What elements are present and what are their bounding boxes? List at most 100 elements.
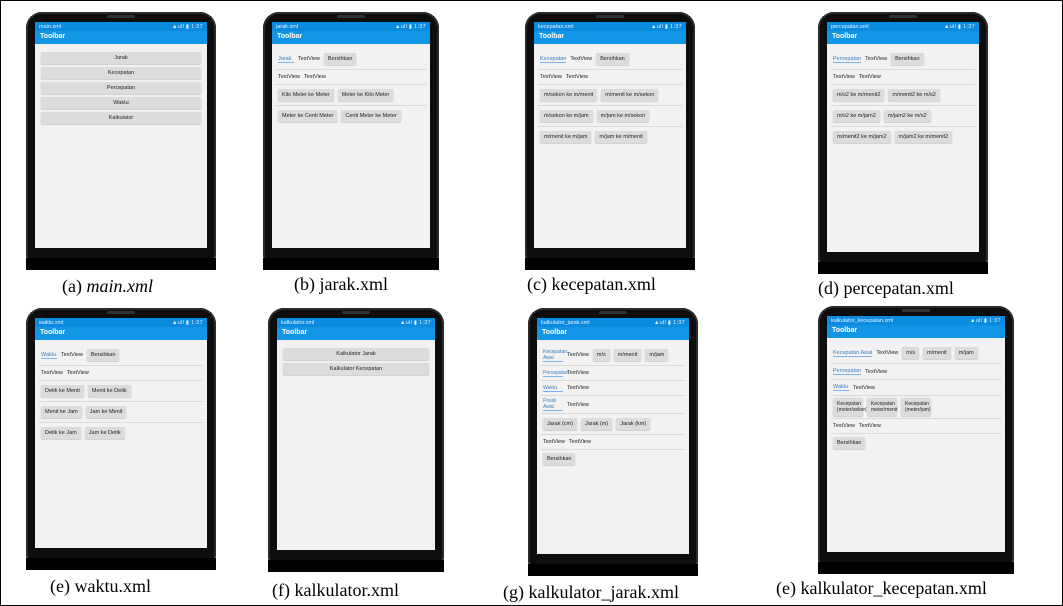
caption-c: (c) kecepatan.xml bbox=[527, 274, 656, 294]
posisi-awal-input[interactable]: Posisi Awal bbox=[543, 398, 563, 411]
m-menit-button[interactable]: m/menit bbox=[613, 349, 642, 361]
signal-icon: ▲ull ▮ 1:37 bbox=[399, 319, 431, 326]
m-to-cm-button[interactable]: Meter ke Centi Meter bbox=[278, 110, 338, 122]
m-to-km-button[interactable]: Meter ke Kilo Meter bbox=[337, 89, 394, 101]
signal-icon: ▲ull ▮ 1:37 bbox=[171, 319, 203, 326]
km-to-m-button[interactable]: Kilo Meter ke Meter bbox=[278, 89, 334, 101]
kecepatan-input[interactable]: Kecepatan bbox=[540, 56, 567, 63]
conversion-button[interactable]: m/menit2 ke m/s2 bbox=[888, 89, 940, 101]
signal-icon: ▲ull ▮ 1:37 bbox=[171, 23, 203, 30]
percepatan-input[interactable]: Percepatan bbox=[833, 368, 862, 375]
conversion-button[interactable]: Menit ke Jam bbox=[41, 406, 82, 418]
caption-d: (d) percepatan.xml bbox=[818, 278, 954, 298]
result-textview: TextView bbox=[858, 423, 881, 429]
screen-percepatan: percepatan.xml ▲ull ▮ 1:37 Toolbar Perce… bbox=[827, 22, 979, 252]
conversion-button[interactable]: m/menit2 ke m/jam2 bbox=[833, 131, 891, 143]
kalkulator-jarak-button[interactable]: Kalkulator Jarak bbox=[283, 348, 429, 360]
percepatan-content: Percepatan TextView Bersihkan TextView T… bbox=[827, 44, 979, 152]
result-textview: TextView bbox=[303, 74, 326, 80]
percepatan-row: Percepatan TextView bbox=[541, 366, 685, 381]
kecepatan-button[interactable]: Kecepatan bbox=[41, 67, 201, 79]
waktu-button[interactable]: Waktu bbox=[41, 97, 201, 109]
bersihkan-button[interactable]: Bersihkan bbox=[86, 349, 120, 361]
conversion-button[interactable]: m/menit ke m/jam bbox=[540, 131, 592, 143]
conversion-button[interactable]: m/s2 ke m/jam2 bbox=[833, 110, 880, 122]
status-time: 1:37 bbox=[191, 319, 203, 326]
conversion-button[interactable]: Detik ke Menit bbox=[41, 385, 84, 397]
conversion-button[interactable]: m/jam2 ke m/s2 bbox=[883, 110, 931, 122]
jarak-input[interactable]: Jarak bbox=[278, 56, 294, 63]
waktu-input[interactable]: Waktu bbox=[543, 385, 563, 392]
nav-bar bbox=[818, 562, 1014, 574]
toolbar-title: Toolbar bbox=[534, 31, 686, 44]
toolbar-title: Toolbar bbox=[35, 31, 207, 44]
result-textview: TextView bbox=[278, 74, 300, 80]
kecepatan-menit-button[interactable]: Kecepatan meter/menit bbox=[867, 398, 897, 416]
result-textview: TextView bbox=[833, 74, 855, 80]
status-bar: percepatan.xml ▲ull ▮ 1:37 bbox=[827, 22, 979, 31]
jarak-cm-button[interactable]: Jarak (cm) bbox=[543, 418, 577, 430]
waktu-input[interactable]: Waktu bbox=[833, 384, 849, 391]
toolbar-title: Toolbar bbox=[827, 31, 979, 44]
conversion-button[interactable]: m/jam ke m/menit bbox=[595, 131, 647, 143]
unit-textview: TextView bbox=[567, 370, 589, 376]
kecepatan-awal-input[interactable]: Kecepatan Awal bbox=[543, 349, 567, 362]
conversion-button[interactable]: m/s2 ke m/menit2 bbox=[833, 89, 885, 101]
bersihkan-button[interactable]: Bersihkan bbox=[596, 53, 629, 65]
m-menit-button[interactable]: m/menit bbox=[923, 347, 951, 359]
percepatan-row: Percepatan TextView bbox=[831, 364, 1001, 380]
status-file-name: percepatan.xml bbox=[831, 23, 869, 30]
nav-bar bbox=[525, 258, 695, 270]
result-textview: TextView bbox=[543, 439, 565, 445]
percepatan-input[interactable]: Percepatan bbox=[543, 370, 569, 377]
kalkulator-kecepatan-button[interactable]: Kalkulator Kecepatan bbox=[283, 363, 429, 375]
phone-kalkulator: kalkulator.xml ▲ull ▮ 1:37 Toolbar Kalku… bbox=[268, 308, 444, 572]
input-row: Jarak TextView Bersihkan bbox=[276, 49, 426, 70]
conversion-row: m/sekon ke m/jam m/jam ke m/sekon bbox=[538, 106, 682, 127]
conversion-button[interactable]: Menit ke Detik bbox=[87, 385, 131, 397]
ms-button[interactable]: m/s bbox=[592, 349, 610, 361]
status-bar: main.xml ▲ull ▮ 1:37 bbox=[35, 22, 207, 31]
nav-bar bbox=[818, 262, 988, 274]
percepatan-button[interactable]: Percepatan bbox=[41, 82, 201, 94]
m-jam-button[interactable]: m/jam bbox=[645, 349, 669, 361]
kecepatan-jam-button[interactable]: Kecepatan (meter/jam) bbox=[901, 398, 931, 416]
conversion-button[interactable]: Jam ke Detik bbox=[84, 427, 125, 439]
bersihkan-button[interactable]: Bersihkan bbox=[833, 436, 866, 449]
kecepatan-awal-row: Kecepatan Awal TextView m/s m/menit m/ja… bbox=[541, 345, 685, 366]
conversion-button[interactable]: Jam ke Menit bbox=[85, 406, 127, 418]
conversion-button[interactable]: m/jam2 ke m/menit2 bbox=[894, 131, 953, 143]
bersihkan-button[interactable]: Bersihkan bbox=[543, 452, 576, 465]
percepatan-input[interactable]: Percepatan bbox=[833, 56, 862, 63]
conversion-button[interactable]: Detik ke Jam bbox=[41, 427, 81, 439]
waktu-row: Waktu TextView bbox=[831, 380, 1001, 396]
kalkulator-content: Kalkulator Jarak Kalkulator Kecepatan bbox=[277, 340, 435, 383]
conversion-button[interactable]: m/sekon ke m/jam bbox=[540, 110, 593, 122]
caption-h: (e) kalkulator_kecepatan.xml bbox=[776, 578, 987, 598]
ms-button[interactable]: m/s bbox=[902, 347, 920, 359]
status-file-name: jarak.xml bbox=[276, 23, 299, 30]
jarak-km-button[interactable]: Jarak (km) bbox=[616, 418, 651, 430]
conversion-button[interactable]: m/sekon ke m/menit bbox=[540, 89, 598, 101]
phone-waktu: waktu.xml ▲ull ▮ 1:37 Toolbar Waktu Text… bbox=[26, 308, 216, 570]
conversion-button[interactable]: m/jam ke m/sekon bbox=[596, 110, 650, 122]
caption-a: (a) main.xml bbox=[62, 276, 153, 296]
phone-main: main.xml ▲ull ▮ 1:37 Toolbar Jarak Kecep… bbox=[26, 12, 216, 270]
kecepatan-awal-input[interactable]: Kecepatan Awal bbox=[833, 350, 873, 357]
unit-textview: TextView bbox=[865, 56, 888, 62]
m-jam-button[interactable]: m/jam bbox=[954, 347, 978, 359]
jarak-m-button[interactable]: Jarak (m) bbox=[580, 418, 613, 430]
nav-bar bbox=[268, 560, 444, 572]
jarak-button[interactable]: Jarak bbox=[41, 52, 201, 64]
kalkulator-button[interactable]: Kalkulator bbox=[41, 112, 201, 124]
kecepatan-sekon-button[interactable]: Kecepatan (meter/sekon) bbox=[833, 398, 868, 416]
status-file-name: kalkulator_jarak.xml bbox=[541, 319, 590, 326]
toolbar-title: Toolbar bbox=[827, 325, 1005, 338]
caption-b: (b) jarak.xml bbox=[294, 274, 388, 294]
result-row: TextView TextView bbox=[831, 70, 975, 85]
bersihkan-button[interactable]: Bersihkan bbox=[891, 53, 924, 65]
conversion-button[interactable]: m/menit ke m/sekon bbox=[601, 89, 659, 101]
bersihkan-button[interactable]: Bersihkan bbox=[323, 53, 357, 65]
cm-to-m-button[interactable]: Centi Meter ke Meter bbox=[341, 110, 401, 122]
waktu-input[interactable]: Waktu bbox=[41, 352, 57, 359]
